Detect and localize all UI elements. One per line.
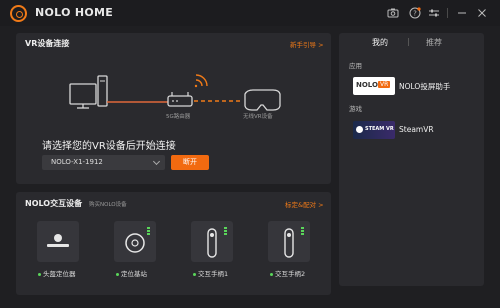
- beginner-guide-link[interactable]: 新手引导 >: [290, 39, 324, 49]
- tab-recommended[interactable]: 推荐: [426, 37, 442, 48]
- pc-icon: [69, 75, 108, 109]
- nolo-cast-app-name[interactable]: NOLO投屏助手: [399, 81, 450, 92]
- device-card-controller-2[interactable]: [268, 221, 310, 262]
- select-device-prompt: 请选择您的VR设备后开始连接: [42, 141, 176, 152]
- router-label: 5G路由器: [166, 114, 191, 120]
- minimize-icon[interactable]: [455, 6, 469, 20]
- apps-panel: [339, 33, 484, 286]
- calibrate-pair-link[interactable]: 标定&配对 >: [285, 199, 324, 209]
- titlebar-divider: [447, 8, 448, 18]
- status-dot: [270, 272, 273, 276]
- device-name-controller-1: 交互手柄1: [193, 268, 228, 278]
- status-dot: [193, 272, 196, 276]
- games-category-label: 游戏: [349, 105, 362, 113]
- steam-logo-icon: [356, 126, 363, 133]
- tab-divider: [408, 38, 409, 46]
- settings-sliders-icon[interactable]: [427, 6, 441, 20]
- nolo-logo-icon: [10, 5, 27, 22]
- chevron-down-icon: [152, 157, 161, 166]
- device-name-headset-tracker: 头盔定位器: [38, 268, 76, 278]
- vr-headset-icon: [244, 89, 281, 111]
- base-station-icon: [125, 227, 150, 253]
- vr-device-select[interactable]: NOLO-X1-1912: [42, 155, 165, 170]
- wifi-signal-icon: [194, 74, 208, 88]
- apps-category-label: 应用: [349, 62, 362, 70]
- tab-mine[interactable]: 我的: [372, 37, 388, 48]
- device-name-base-station: 定位基站: [116, 268, 147, 278]
- controller-icon: [284, 227, 304, 258]
- close-icon[interactable]: [475, 6, 489, 20]
- controller-icon: [207, 227, 227, 258]
- disconnect-button[interactable]: 断开: [171, 155, 209, 170]
- svg-text:?: ?: [413, 10, 417, 18]
- devices-section-title: NOLO交互设备: [25, 199, 83, 208]
- headset-tracker-icon: [47, 234, 69, 247]
- vr-device-select-value: NOLO-X1-1912: [51, 158, 103, 166]
- headset-label: 无线VR设备: [243, 114, 273, 120]
- steamvr-app-name[interactable]: SteamVR: [399, 125, 434, 134]
- buy-devices-link[interactable]: 购买NOLO设备: [89, 200, 127, 208]
- device-card-base-station[interactable]: [114, 221, 156, 262]
- device-card-headset-tracker[interactable]: [37, 221, 79, 262]
- vr-section-title: VR设备连接: [25, 39, 70, 48]
- status-dot: [38, 272, 41, 276]
- help-icon[interactable]: ?: [408, 6, 422, 20]
- router-icon: [167, 92, 193, 107]
- screenshot-icon[interactable]: [386, 6, 400, 20]
- steamvr-app-icon[interactable]: STEAM VR: [353, 121, 395, 139]
- status-dot: [116, 272, 119, 276]
- app-title: NOLO HOME: [35, 6, 114, 19]
- nolo-cast-app-icon[interactable]: NOLO VR: [353, 77, 395, 95]
- device-card-controller-1[interactable]: [191, 221, 233, 262]
- device-name-controller-2: 交互手柄2: [270, 268, 305, 278]
- title-bar: NOLO HOME ?: [0, 0, 500, 26]
